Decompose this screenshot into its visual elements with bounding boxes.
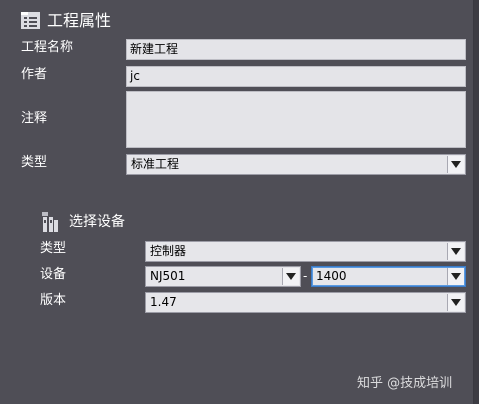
project-type-select[interactable]: 标准工程 bbox=[126, 154, 466, 175]
version-value: 1.47 bbox=[150, 295, 177, 309]
project-properties-panel bbox=[0, 0, 474, 404]
project-name-field[interactable]: 新建工程 bbox=[126, 39, 466, 60]
device-variant-value: 1400 bbox=[316, 269, 347, 283]
device-variant-select[interactable]: 1400 bbox=[311, 266, 466, 287]
device-label: 设备 bbox=[40, 267, 67, 282]
chevron-down-icon[interactable] bbox=[447, 294, 464, 311]
panel-edge bbox=[474, 0, 479, 404]
device-type-label: 类型 bbox=[40, 241, 67, 256]
device-separator: - bbox=[303, 269, 308, 283]
chevron-down-icon[interactable] bbox=[447, 243, 464, 260]
device-model-value: NJ501 bbox=[150, 269, 186, 283]
select-device-title: 选择设备 bbox=[69, 214, 125, 230]
project-properties-icon bbox=[21, 12, 40, 29]
panel-title: 工程属性 bbox=[47, 11, 112, 30]
comment-label: 注释 bbox=[21, 111, 48, 126]
version-select[interactable]: 1.47 bbox=[145, 292, 466, 313]
project-name-label: 工程名称 bbox=[21, 40, 74, 55]
select-device-icon bbox=[42, 212, 58, 232]
chevron-down-icon[interactable] bbox=[447, 268, 464, 285]
device-type-select[interactable]: 控制器 bbox=[145, 241, 466, 262]
author-label: 作者 bbox=[21, 67, 48, 82]
author-field[interactable]: jc bbox=[126, 66, 466, 87]
version-label: 版本 bbox=[40, 293, 67, 308]
project-type-label: 类型 bbox=[21, 155, 48, 170]
watermark: 知乎 @技成培训 bbox=[357, 376, 453, 391]
chevron-down-icon[interactable] bbox=[447, 156, 464, 173]
device-type-value: 控制器 bbox=[150, 244, 187, 258]
chevron-down-icon[interactable] bbox=[282, 268, 299, 285]
project-type-value: 标准工程 bbox=[131, 157, 180, 171]
comment-field[interactable] bbox=[126, 91, 466, 148]
device-model-select[interactable]: NJ501 bbox=[145, 266, 301, 287]
